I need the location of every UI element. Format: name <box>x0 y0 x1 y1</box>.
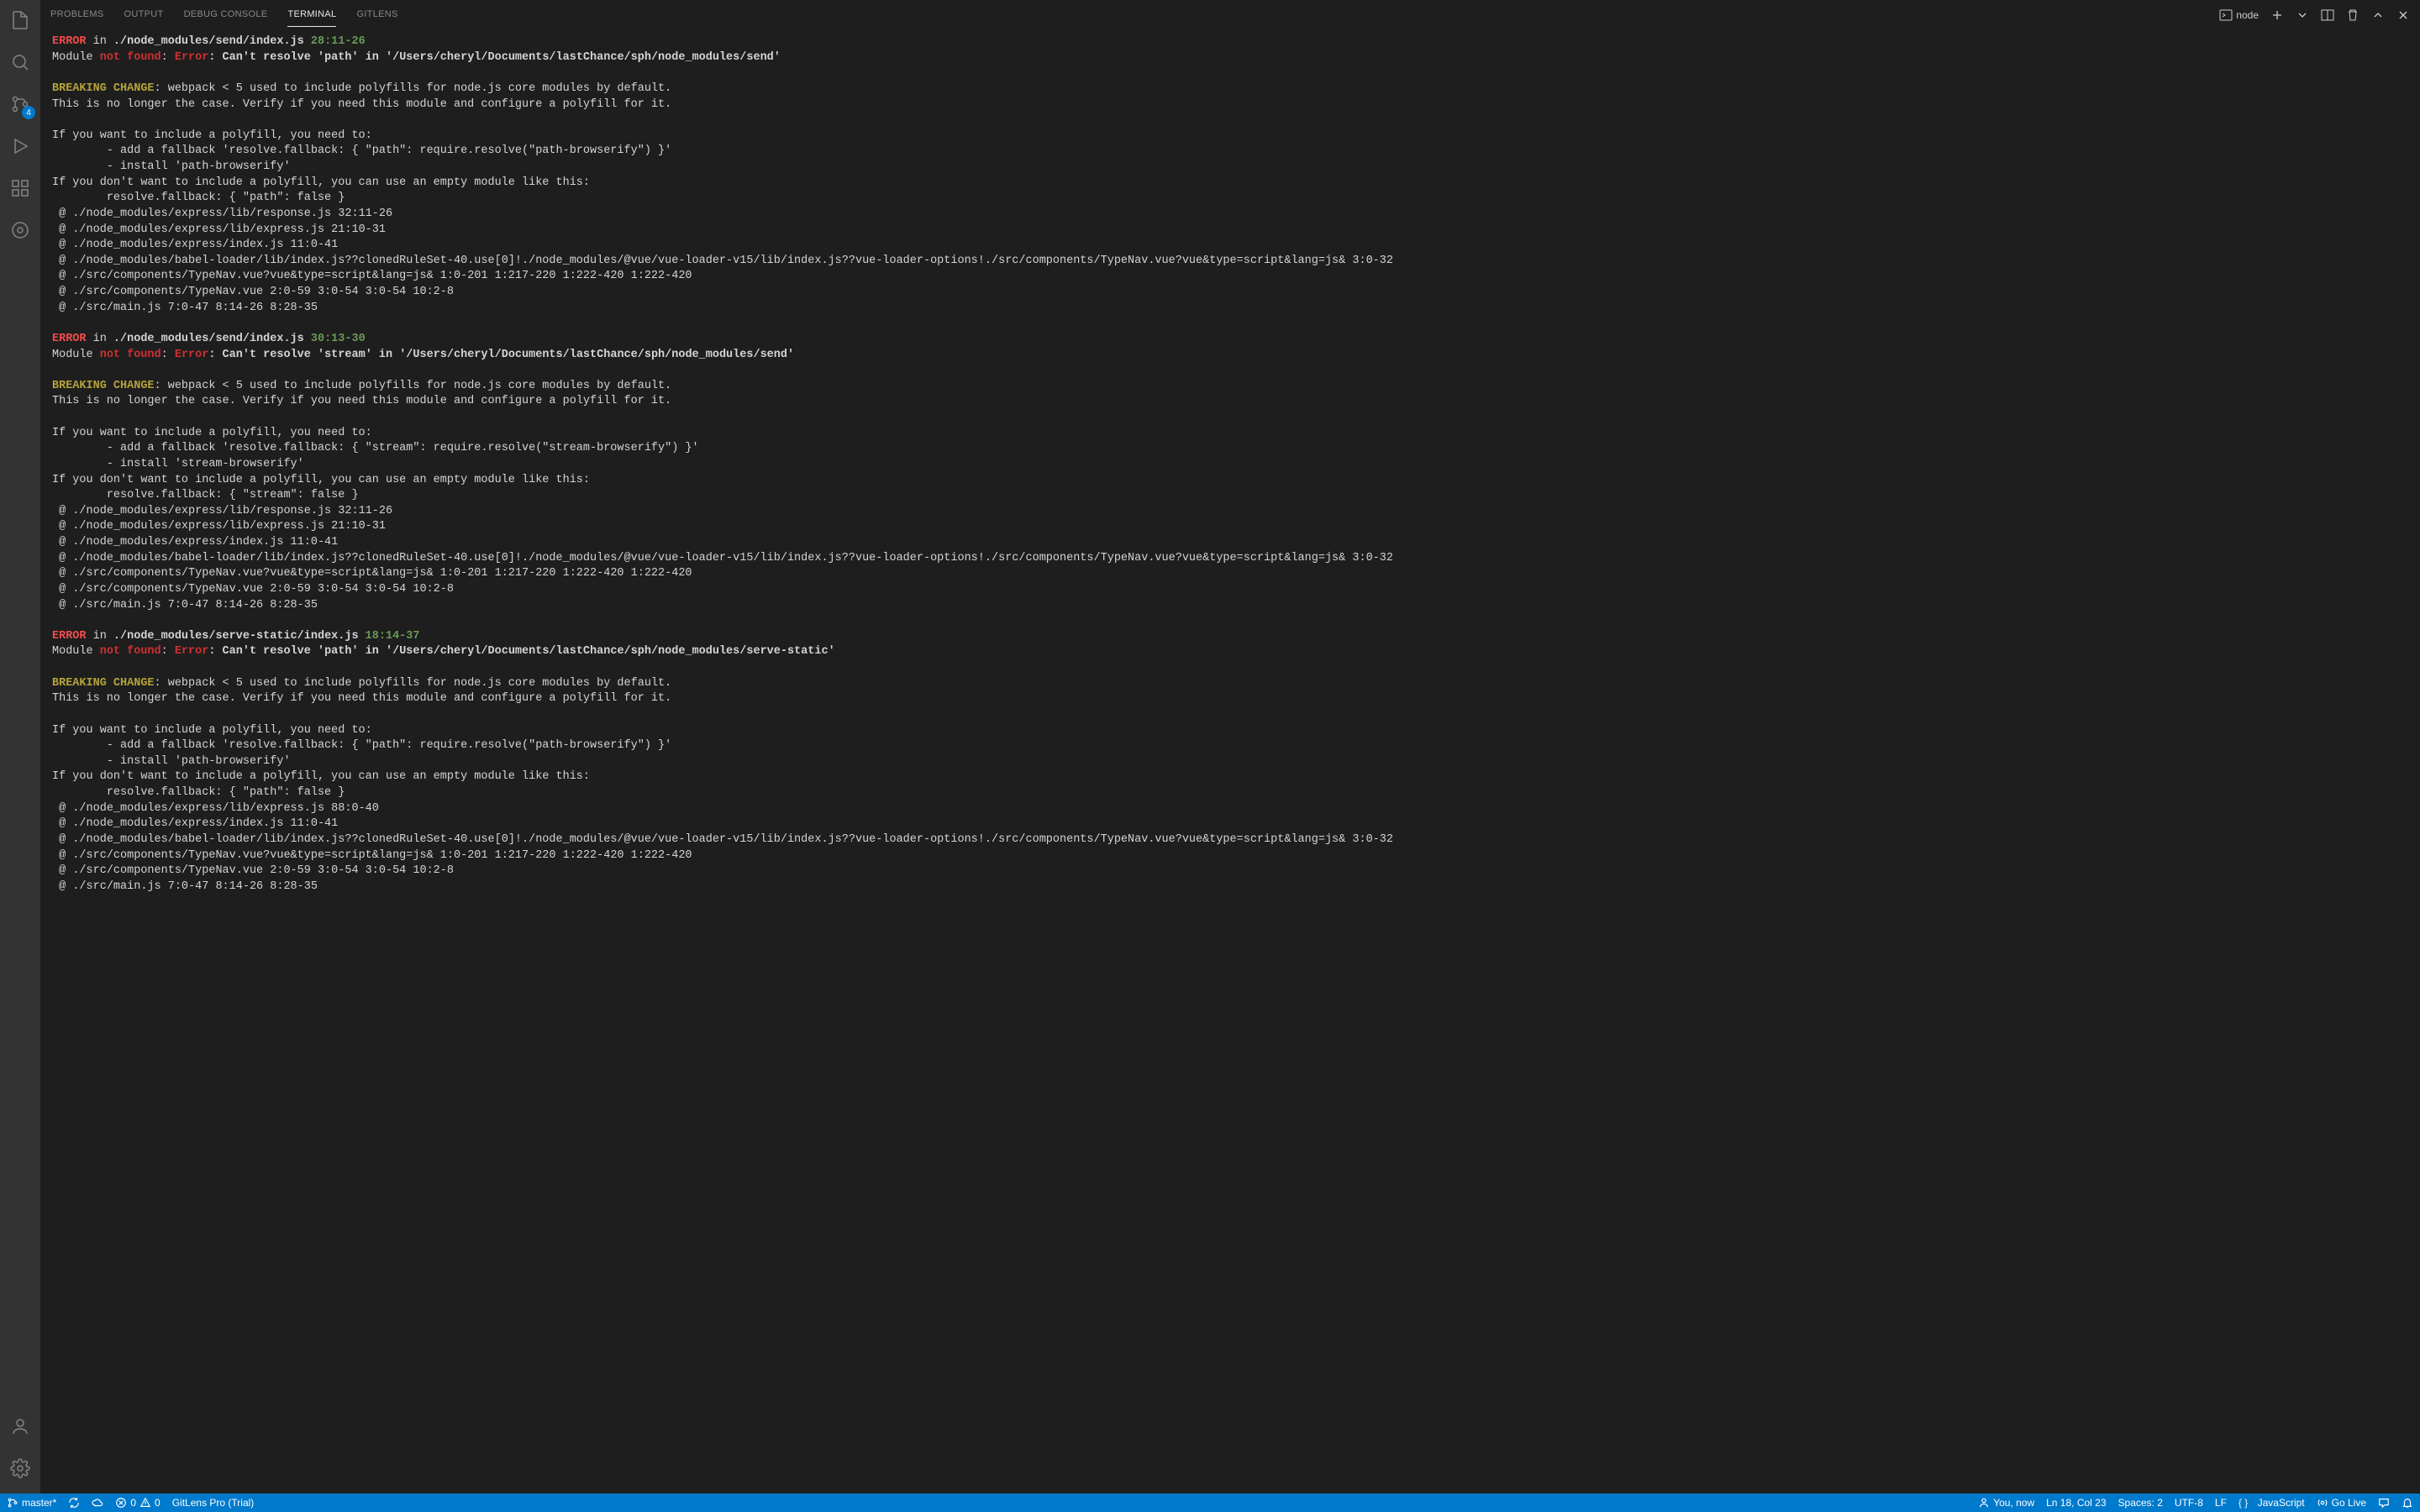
tab-problems[interactable]: PROBLEMS <box>50 3 104 27</box>
source-control-icon[interactable]: 4 <box>0 91 40 118</box>
accounts-icon[interactable] <box>0 1413 40 1440</box>
golive-text: Go Live <box>2332 1497 2366 1509</box>
run-debug-icon[interactable] <box>0 133 40 160</box>
terminal-shell-label[interactable]: node <box>2219 8 2259 22</box>
search-icon[interactable] <box>0 49 40 76</box>
extensions-icon[interactable] <box>0 175 40 202</box>
panel-tabs: PROBLEMS OUTPUT DEBUG CONSOLE TERMINAL G… <box>40 0 2420 29</box>
status-sync-icon[interactable] <box>68 1497 80 1509</box>
status-branch[interactable]: master* <box>7 1497 56 1509</box>
status-blame[interactable]: You, now <box>1978 1497 2034 1509</box>
language-text: JavaScript <box>2258 1497 2305 1509</box>
tab-output[interactable]: OUTPUT <box>124 3 164 27</box>
terminal-output[interactable]: ERROR in ./node_modules/send/index.js 28… <box>40 29 2420 1494</box>
settings-gear-icon[interactable] <box>0 1455 40 1482</box>
error-count: 0 <box>130 1497 136 1509</box>
status-lncol[interactable]: Ln 18, Col 23 <box>2046 1497 2106 1509</box>
terminal-dropdown-icon[interactable] <box>2296 8 2309 22</box>
tab-gitlens[interactable]: GITLENS <box>356 3 397 27</box>
shell-name: node <box>2236 9 2259 21</box>
status-problems[interactable]: 0 0 <box>115 1497 160 1509</box>
status-encoding[interactable]: UTF-8 <box>2175 1497 2203 1509</box>
maximize-panel-icon[interactable] <box>2371 8 2385 22</box>
branch-name: master* <box>22 1497 56 1509</box>
status-gitlens[interactable]: GitLens Pro (Trial) <box>172 1497 255 1509</box>
kill-terminal-icon[interactable] <box>2346 8 2360 22</box>
scm-badge: 4 <box>22 106 35 119</box>
status-eol[interactable]: LF <box>2215 1497 2227 1509</box>
status-language[interactable]: { } JavaScript <box>2238 1497 2305 1509</box>
status-feedback-icon[interactable] <box>2378 1497 2390 1509</box>
status-bell-icon[interactable] <box>2402 1497 2413 1509</box>
new-terminal-icon[interactable] <box>2270 8 2284 22</box>
explorer-icon[interactable] <box>0 7 40 34</box>
split-terminal-icon[interactable] <box>2321 8 2334 22</box>
tab-terminal[interactable]: TERMINAL <box>287 3 336 27</box>
status-spaces[interactable]: Spaces: 2 <box>2118 1497 2163 1509</box>
status-golive[interactable]: Go Live <box>2317 1497 2366 1509</box>
gitlens-icon[interactable] <box>0 217 40 244</box>
status-bar: master* 0 0 GitLens Pro (Trial) You, now… <box>0 1494 2420 1512</box>
status-cloud-icon[interactable] <box>92 1497 103 1509</box>
activity-bar: 4 <box>0 0 40 1494</box>
close-panel-icon[interactable] <box>2396 8 2410 22</box>
blame-text: You, now <box>1993 1497 2034 1509</box>
tab-debug-console[interactable]: DEBUG CONSOLE <box>184 3 268 27</box>
warning-count: 0 <box>155 1497 160 1509</box>
